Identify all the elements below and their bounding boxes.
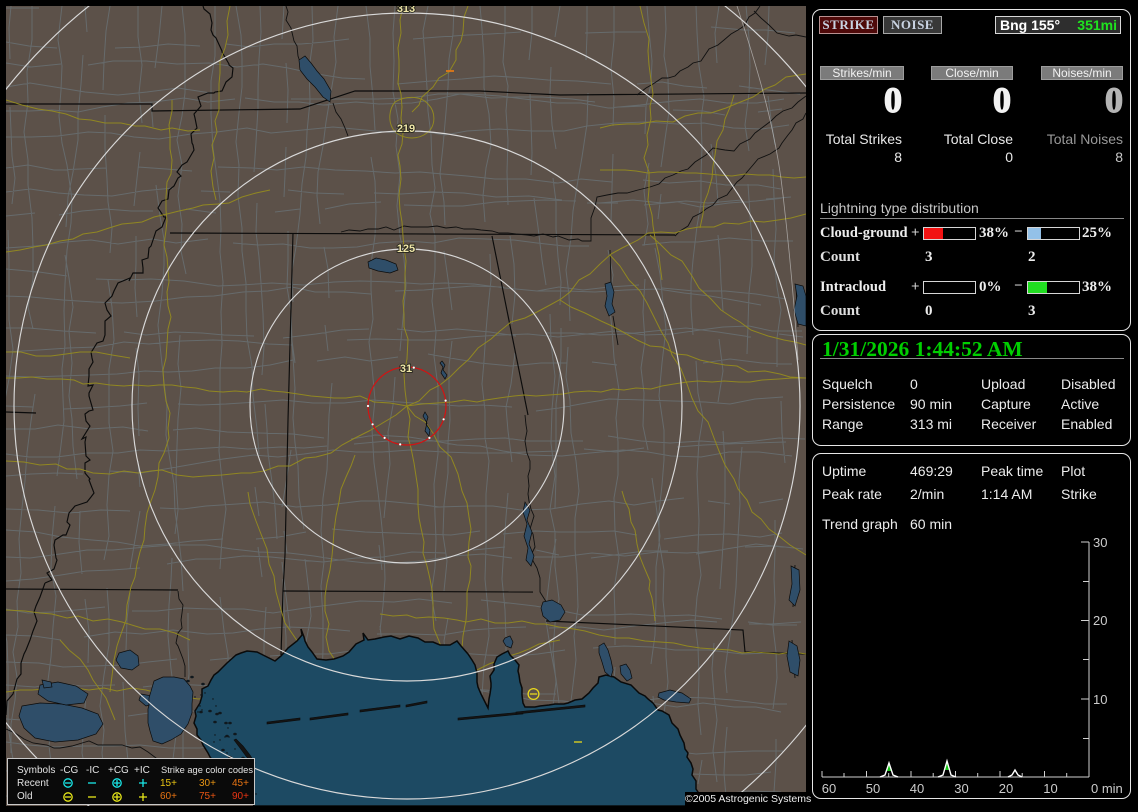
svg-text:60: 60 [822, 781, 836, 796]
svg-text:10: 10 [1093, 692, 1107, 707]
svg-text:0 min: 0 min [1091, 781, 1123, 796]
svg-text:20: 20 [999, 781, 1013, 796]
svg-text:125: 125 [397, 243, 415, 255]
svg-text:219: 219 [397, 123, 415, 135]
svg-text:313: 313 [397, 6, 415, 15]
svg-text:30: 30 [1093, 535, 1107, 550]
svg-text:40: 40 [910, 781, 924, 796]
svg-text:31: 31 [400, 363, 412, 375]
svg-text:10: 10 [1043, 781, 1057, 796]
svg-text:50: 50 [866, 781, 880, 796]
svg-text:20: 20 [1093, 613, 1107, 628]
svg-text:30: 30 [954, 781, 968, 796]
